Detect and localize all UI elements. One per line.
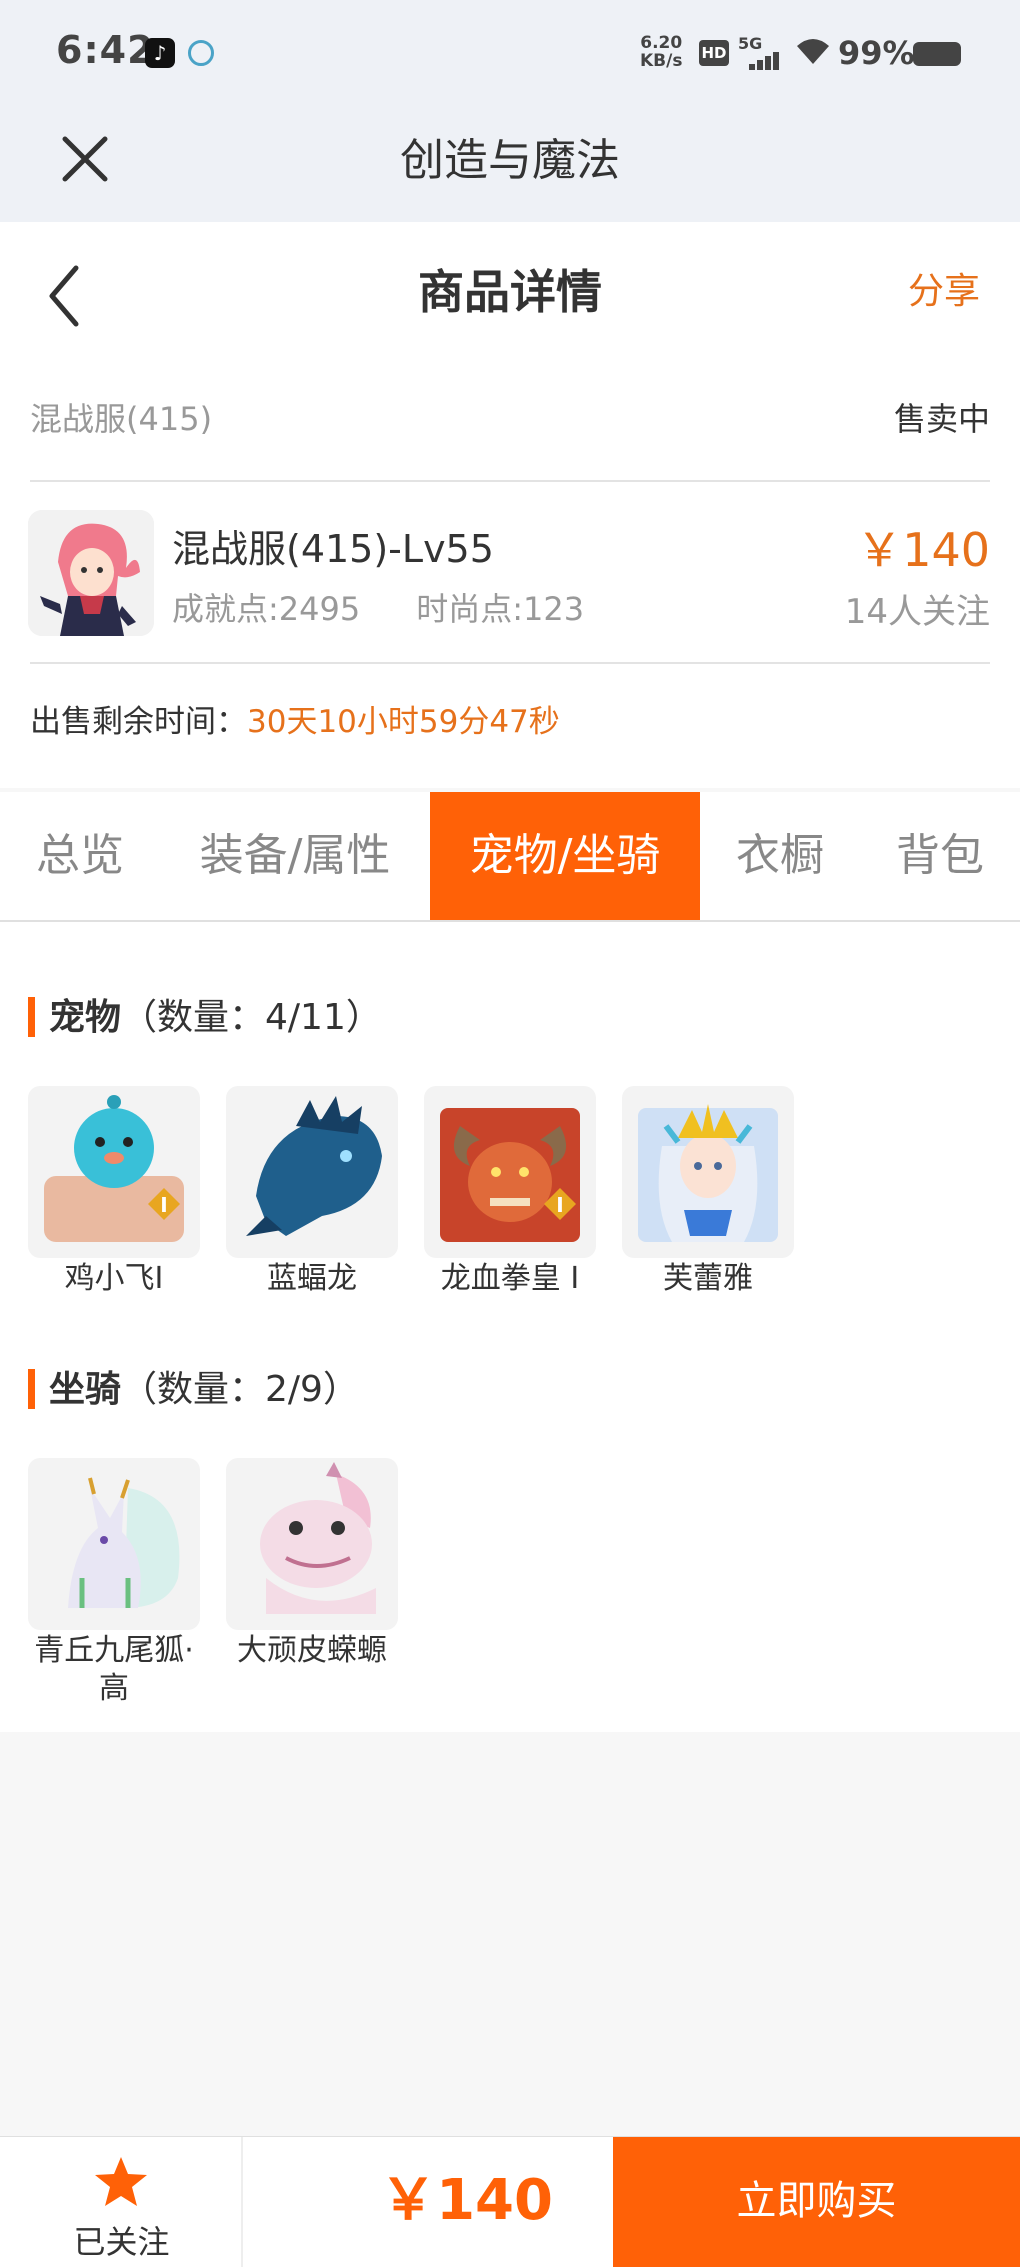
battery-icon [913,42,961,66]
pet-thumbnail [622,1086,794,1258]
tab-equipment[interactable]: 装备/属性 [160,792,430,920]
mount-name: 青丘九尾狐·高 [34,1633,194,1706]
app-header: 创造与魔法 [0,110,1020,222]
pet-name: 龙血拳皇 I [440,1261,580,1296]
character-stats: 成就点:2495 时尚点:123 [172,584,640,630]
status-bar: 6:42 ♪ 6.20 KB/s HD 5G 99% [0,0,1020,110]
character-avatar[interactable] [28,510,154,636]
server-name: 混战服(415) [30,400,213,438]
fashion-points: 时尚点:123 [416,590,585,628]
mounts-section-title: 坐骑（数量：2/9） [28,1360,359,1412]
achievement-points: 成就点:2495 [172,590,361,628]
battery-level: 99% [838,34,915,72]
listing-card: 商品详情 分享 混战服(415) 售卖中 混战服(415)-Lv55 成就点:2… [0,222,1020,788]
tab-bar: 总览 装备/属性 宠物/坐骑 衣橱 背包 [0,792,1020,922]
share-button[interactable]: 分享 [908,262,980,314]
top-zone: 6:42 ♪ 6.20 KB/s HD 5G 99% 创造与魔法 [0,0,1020,222]
pet-item[interactable]: 芙蕾雅 [622,1086,794,1298]
page-title: 商品详情 [418,265,602,319]
section-marker [28,1369,35,1409]
buy-now-button[interactable]: 立即购买 [613,2137,1020,2267]
tab-overview[interactable]: 总览 [0,792,160,920]
app-notification-icon [188,40,214,66]
tab-bag[interactable]: 背包 [860,792,1020,920]
divider [30,480,990,482]
svg-text:I: I [556,1193,563,1217]
app-title: 创造与魔法 [400,135,620,186]
network-type: 5G [738,34,763,53]
mount-item[interactable]: 青丘九尾狐·高 [28,1458,200,1708]
mount-name: 大顽皮蝾螈 [237,1633,387,1668]
pet-thumbnail [226,1086,398,1258]
star-icon [95,2157,147,2206]
mount-item[interactable]: 大顽皮蝾螈 [226,1458,398,1670]
pet-name: 芙蕾雅 [663,1261,753,1296]
mount-thumbnail [226,1458,398,1630]
pets-section-title: 宠物（数量：4/11） [28,988,382,1040]
pet-name: 蓝蝠龙 [267,1261,357,1296]
status-badge: 售卖中 [893,400,990,438]
pet-item[interactable]: I 鸡小飞I [28,1086,200,1298]
listing-price: ￥140 [856,523,990,577]
status-time: 6:42 [56,28,155,72]
tab-wardrobe[interactable]: 衣橱 [700,792,860,920]
remaining-time: 出售剩余时间：30天10小时59分47秒 [30,704,560,740]
pets-mounts-panel: 宠物（数量：4/11） I 鸡小飞I 蓝蝠龙 I 龙血拳皇 I 芙蕾雅 坐骑（数… [0,922,1020,1732]
mount-thumbnail [28,1458,200,1630]
watchers-count: 14人关注 [844,592,990,632]
wifi-icon [797,39,829,64]
hd-icon: HD [699,40,729,66]
bottom-bar: 已关注 ￥140 立即购买 [0,2136,1020,2267]
character-portrait [28,510,154,636]
svg-text:I: I [160,1193,167,1217]
remaining-time-value: 30天10小时59分47秒 [247,704,560,740]
pet-thumbnail: I [28,1086,200,1258]
bottom-price: ￥140 [380,2168,553,2233]
section-marker [28,997,35,1037]
character-name: 混战服(415)-Lv55 [172,527,494,571]
tab-pets-mounts[interactable]: 宠物/坐骑 [430,792,700,920]
tiktok-icon: ♪ [145,38,175,68]
follow-button[interactable]: 已关注 [0,2137,243,2267]
pet-item[interactable]: 蓝蝠龙 [226,1086,398,1298]
pet-item[interactable]: I 龙血拳皇 I [424,1086,596,1298]
network-speed: 6.20 KB/s [640,33,683,71]
signal-icon [745,52,781,70]
pet-thumbnail: I [424,1086,596,1258]
follow-label: 已关注 [73,2223,170,2261]
divider [30,662,990,664]
pet-name: 鸡小飞I [64,1261,164,1296]
